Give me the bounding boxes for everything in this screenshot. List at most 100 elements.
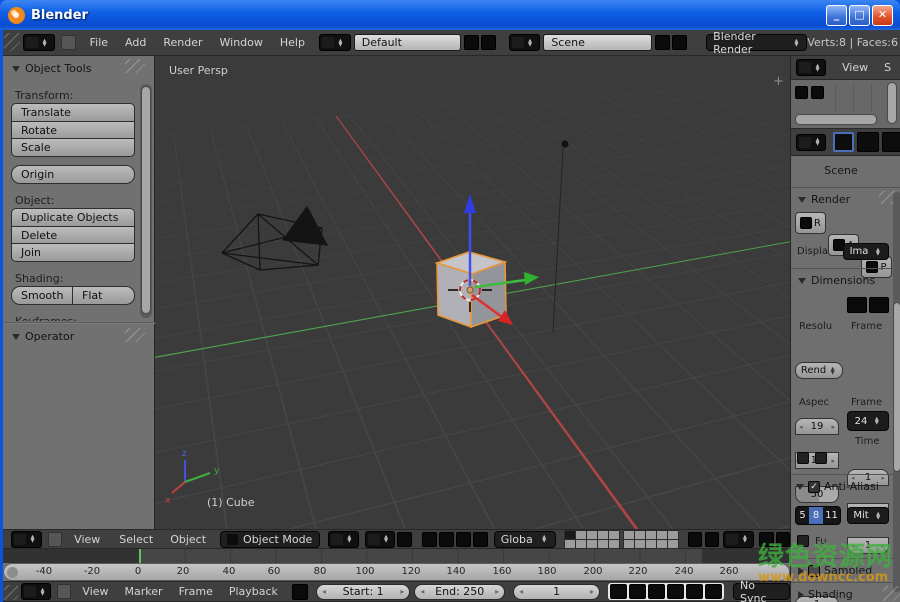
fps-select[interactable]: 24	[847, 411, 889, 431]
menu-render[interactable]: Render	[163, 36, 202, 49]
manipulator-buttons[interactable]	[422, 532, 488, 547]
menu-file[interactable]: File	[90, 36, 108, 49]
orientation-select[interactable]: Globa	[494, 531, 556, 548]
pivot-align-toggle[interactable]	[397, 532, 411, 547]
render-opengl-anim-icon[interactable]	[776, 532, 790, 547]
prev-keyframe-icon[interactable]	[629, 584, 646, 599]
region-divider[interactable]	[3, 322, 155, 324]
menu-view[interactable]: View	[842, 61, 868, 74]
menu-view[interactable]: View	[74, 533, 100, 546]
layers-grid-1[interactable]	[564, 530, 620, 549]
menu-search[interactable]: S	[884, 61, 891, 74]
render-engine-select[interactable]: Blender Render	[706, 34, 807, 51]
mode-select[interactable]: Object Mode	[220, 531, 320, 548]
corner-resize-grip[interactable]	[883, 586, 900, 601]
timeline-ruler[interactable]: -40 -20 0 20 40 60 80 100 120 140 160 18…	[3, 563, 790, 581]
menu-playback[interactable]: Playback	[229, 585, 278, 598]
outliner-vscrollbar[interactable]	[887, 82, 897, 124]
minimize-button[interactable]: _	[826, 5, 847, 26]
region-resize-grip[interactable]	[4, 33, 20, 51]
add-layout-button[interactable]	[464, 35, 479, 50]
frame-end-field[interactable]: End: 250	[414, 584, 505, 600]
translate-button[interactable]: Translate	[11, 103, 135, 122]
rotate-manipulator-icon[interactable]	[456, 532, 471, 547]
menu-add[interactable]: Add	[125, 36, 146, 49]
origin-button[interactable]: Origin	[11, 165, 135, 184]
preset-add-button[interactable]	[847, 297, 867, 313]
object-tools-panel-header[interactable]: Object Tools	[12, 62, 91, 75]
add-scene-button[interactable]	[655, 35, 670, 50]
timeline-track[interactable]	[3, 549, 790, 563]
scale-manipulator-icon[interactable]	[473, 532, 488, 547]
aa-samples-group[interactable]: 5 8 11	[795, 506, 841, 525]
operator-panel-header[interactable]: Operator	[12, 330, 74, 343]
pivot-point-select[interactable]	[365, 531, 396, 548]
screen-layout-browse[interactable]	[319, 34, 351, 51]
lamp-object[interactable]	[553, 141, 569, 333]
duplicate-objects-button[interactable]: Duplicate Objects	[11, 208, 135, 227]
scale-button[interactable]: Scale	[11, 138, 135, 157]
scrollbar-knob[interactable]	[141, 86, 151, 314]
outliner-item-icon[interactable]	[811, 86, 824, 99]
viewport-3d[interactable]: z y x User Persp (1) Cube +	[155, 56, 790, 529]
editor-type-menu[interactable]	[796, 134, 826, 151]
header-collapse-icon[interactable]	[57, 584, 71, 599]
next-keyframe-icon[interactable]	[686, 584, 703, 599]
frame-step-field[interactable]: 1	[847, 537, 889, 554]
menu-view[interactable]: View	[82, 585, 108, 598]
join-button[interactable]: Join	[11, 243, 135, 262]
layers-grid-2[interactable]	[623, 530, 679, 549]
outliner-item-icon[interactable]	[795, 86, 808, 99]
smooth-button[interactable]: Smooth	[11, 286, 73, 305]
tab-scene[interactable]	[857, 132, 879, 152]
snap-element-select[interactable]	[723, 531, 754, 548]
region-resize-grip[interactable]	[4, 585, 18, 600]
crop-checkbox[interactable]	[815, 452, 827, 464]
scene-browse[interactable]	[509, 34, 541, 51]
dimensions-panel-header[interactable]: Dimensions	[798, 274, 875, 287]
translate-manipulator-icon[interactable]	[439, 532, 454, 547]
tab-world[interactable]	[882, 132, 900, 152]
jump-start-icon[interactable]	[610, 584, 627, 599]
editor-type-menu[interactable]	[11, 531, 42, 548]
shading-panel-header[interactable]: Shading	[798, 588, 853, 601]
scene-name[interactable]: Scene	[543, 34, 652, 51]
menu-window[interactable]: Window	[220, 36, 263, 49]
current-frame-field[interactable]: 1	[513, 584, 600, 600]
aa-samples-11[interactable]: 11	[823, 507, 840, 524]
outliner-body[interactable]	[791, 80, 900, 128]
menu-marker[interactable]: Marker	[125, 585, 163, 598]
full-sample-checkbox[interactable]	[797, 535, 809, 547]
titlebar[interactable]: Blender _ □ ✕	[0, 0, 900, 30]
frame-start-field[interactable]: Start: 1	[316, 584, 410, 600]
camera-object[interactable]	[222, 207, 327, 270]
flat-button[interactable]: Flat	[72, 286, 135, 305]
use-preview-range-icon[interactable]	[292, 584, 308, 600]
render-panel-header[interactable]: Render	[798, 193, 850, 206]
scrollbar-knob[interactable]	[893, 302, 900, 472]
jump-end-icon[interactable]	[705, 584, 722, 599]
sync-select[interactable]: No Sync	[733, 583, 790, 600]
screen-layout-name[interactable]: Default	[354, 34, 461, 51]
region-plus-icon[interactable]: +	[773, 74, 784, 89]
menu-object[interactable]: Object	[170, 533, 206, 546]
toolshelf-scrollbar[interactable]	[140, 84, 152, 318]
resolution-x-field[interactable]: 19	[795, 418, 839, 435]
menu-frame[interactable]: Frame	[179, 585, 213, 598]
preset-remove-button[interactable]	[869, 297, 889, 313]
header-collapse-icon[interactable]	[61, 35, 76, 50]
maximize-button[interactable]: □	[849, 5, 870, 26]
menu-select[interactable]: Select	[119, 533, 153, 546]
header-collapse-icon[interactable]	[48, 532, 62, 547]
editor-type-menu[interactable]	[21, 583, 51, 600]
outliner-hscrollbar[interactable]	[795, 114, 877, 125]
delete-scene-button[interactable]	[672, 35, 687, 50]
sampled-motion-blur-panel-header[interactable]: Sampled	[798, 564, 872, 577]
panel-drag-grip[interactable]	[125, 328, 145, 342]
manipulator-toggle-icon[interactable]	[422, 532, 437, 547]
display-select[interactable]: Ima	[843, 243, 889, 260]
close-button[interactable]: ✕	[872, 5, 893, 26]
border-checkbox[interactable]	[797, 452, 809, 464]
current-frame-marker[interactable]	[139, 549, 141, 563]
delete-layout-button[interactable]	[481, 35, 496, 50]
